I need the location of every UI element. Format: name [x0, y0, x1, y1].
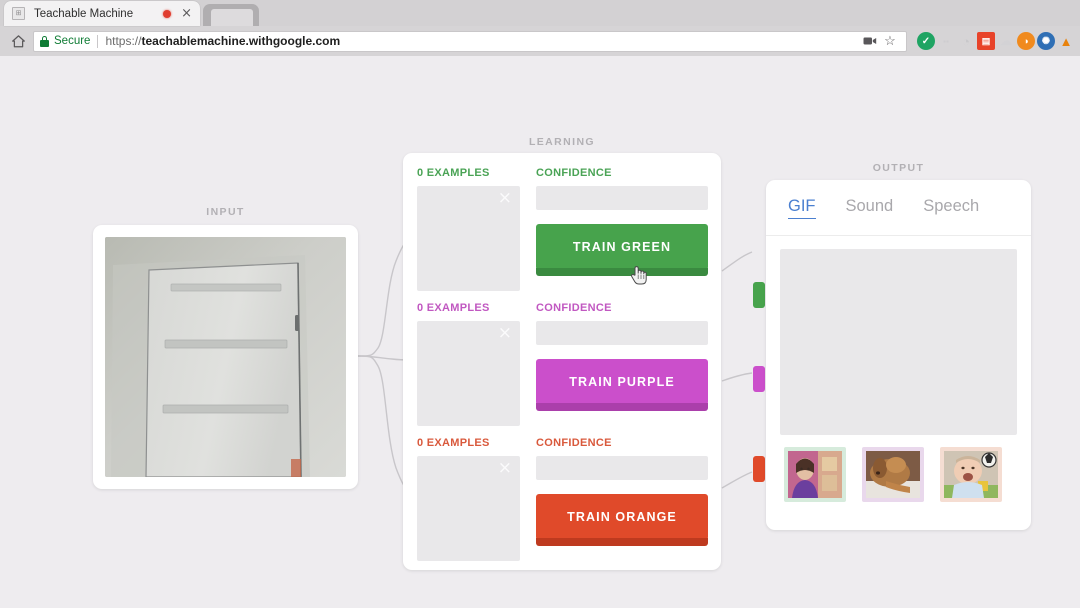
train-button-label-purple: TRAIN PURPLE	[569, 375, 675, 389]
examples-count-label-purple: 0 EXAMPLES	[417, 302, 490, 314]
extension-globe-icon[interactable]: ✺	[1037, 32, 1055, 50]
clear-examples-icon-orange[interactable]: ×	[498, 460, 512, 477]
browser-toolbar: Secure https://teachablemachine.withgoog…	[0, 26, 1080, 56]
connector-tab-green	[753, 282, 765, 308]
tab-speech[interactable]: Speech	[923, 197, 979, 218]
tab-favicon-icon: ⊞	[12, 7, 25, 20]
tab-title: Teachable Machine	[34, 7, 134, 20]
confidence-bar-orange	[536, 456, 708, 480]
address-bar-url: https://teachablemachine.withgoogle.com	[105, 34, 340, 48]
thumbnail-image-girl	[788, 451, 842, 498]
output-panel: GIF Sound Speech	[766, 180, 1031, 530]
tab-gif[interactable]: GIF	[788, 197, 816, 219]
examples-count-label-orange: 0 EXAMPLES	[417, 437, 490, 449]
example-thumbnail-orange[interactable]: ×	[417, 456, 520, 561]
url-domain: teachablemachine.withgoogle.com	[141, 34, 341, 48]
extension-cloud-icon[interactable]: ☁	[997, 32, 1015, 50]
clear-examples-icon-green[interactable]: ×	[498, 190, 512, 207]
teachable-machine-app: INPUT LEARNING 0 EXAMPLES CONFIDENCE × T…	[0, 56, 1080, 608]
address-bar[interactable]: Secure https://teachablemachine.withgoog…	[33, 30, 907, 52]
learning-panel: 0 EXAMPLES CONFIDENCE × TRAIN GREEN 0 EX…	[403, 153, 721, 570]
input-section-label: INPUT	[206, 206, 245, 218]
pointing-hand-cursor	[630, 264, 648, 286]
example-thumbnail-purple[interactable]: ×	[417, 321, 520, 426]
tab-strip: ⊞ Teachable Machine ×	[0, 0, 1080, 26]
train-button-orange[interactable]: TRAIN ORANGE	[536, 494, 708, 546]
extensions-tray: ✓ ▪▪ ◔ ▤ ☁ ◑ ✺ ▲	[911, 32, 1075, 50]
example-thumbnail-green[interactable]: ×	[417, 186, 520, 291]
bookmark-star-icon[interactable]: ☆	[880, 33, 900, 49]
class-row-orange: 0 EXAMPLES CONFIDENCE × TRAIN ORANGE	[417, 437, 708, 572]
confidence-label-green: CONFIDENCE	[536, 167, 612, 179]
tab-recording-indicator-icon[interactable]	[163, 9, 172, 18]
examples-count-label-green: 0 EXAMPLES	[417, 167, 490, 179]
output-section-label: OUTPUT	[872, 162, 925, 174]
omnibox-divider	[97, 34, 99, 48]
webcam-feed[interactable]	[105, 237, 346, 477]
output-tabs: GIF Sound Speech	[766, 180, 1031, 236]
connector-tab-purple	[753, 366, 765, 392]
confidence-label-orange: CONFIDENCE	[536, 437, 612, 449]
class-row-purple: 0 EXAMPLES CONFIDENCE × TRAIN PURPLE	[417, 302, 708, 437]
camera-icon[interactable]	[860, 36, 880, 46]
lock-icon	[40, 35, 49, 47]
extension-orange-circle-icon[interactable]: ◑	[1017, 32, 1035, 50]
train-button-green[interactable]: TRAIN GREEN	[536, 224, 708, 276]
extension-vlc-cone-icon[interactable]: ▲	[1057, 32, 1075, 50]
gif-thumbnail-strip	[766, 435, 1031, 502]
security-status-label: Secure	[54, 35, 91, 47]
connector-tab-orange	[753, 456, 765, 482]
extension-faded-clock-icon[interactable]: ◔	[957, 32, 975, 50]
browser-tab-teachable-machine[interactable]: ⊞ Teachable Machine ×	[4, 1, 200, 26]
class-row-green: 0 EXAMPLES CONFIDENCE × TRAIN GREEN	[417, 167, 708, 302]
thumbnail-green-girl[interactable]	[784, 447, 846, 502]
input-panel	[93, 225, 358, 489]
extension-green-check-icon[interactable]: ✓	[917, 32, 935, 50]
thumbnail-purple-dog[interactable]	[862, 447, 924, 502]
train-button-purple[interactable]: TRAIN PURPLE	[536, 359, 708, 411]
tab-close-icon[interactable]: ×	[179, 7, 194, 20]
confidence-bar-green	[536, 186, 708, 210]
learning-section-label: LEARNING	[528, 136, 596, 148]
confidence-label-purple: CONFIDENCE	[536, 302, 612, 314]
thumbnail-image-dog	[866, 451, 920, 498]
browser-chrome: ⊞ Teachable Machine × Secure https://tea…	[0, 0, 1080, 56]
train-button-bevel-orange	[536, 538, 708, 546]
extension-faded-text-icon[interactable]: ▪▪	[937, 32, 955, 50]
url-scheme: https://	[105, 34, 142, 48]
background-tab[interactable]	[203, 4, 259, 26]
clear-examples-icon-purple[interactable]: ×	[498, 325, 512, 342]
gif-preview-area[interactable]	[780, 249, 1017, 435]
tab-sound[interactable]: Sound	[846, 197, 894, 218]
train-button-label-green: TRAIN GREEN	[572, 240, 672, 254]
thumbnail-image-baby	[944, 451, 998, 498]
train-button-bevel-purple	[536, 403, 708, 411]
train-button-label-orange: TRAIN ORANGE	[567, 510, 677, 524]
thumbnail-orange-baby[interactable]	[940, 447, 1002, 502]
extension-red-grid-icon[interactable]: ▤	[977, 32, 995, 50]
train-button-bevel-green	[536, 268, 708, 276]
home-icon[interactable]	[5, 28, 31, 54]
confidence-bar-purple	[536, 321, 708, 345]
